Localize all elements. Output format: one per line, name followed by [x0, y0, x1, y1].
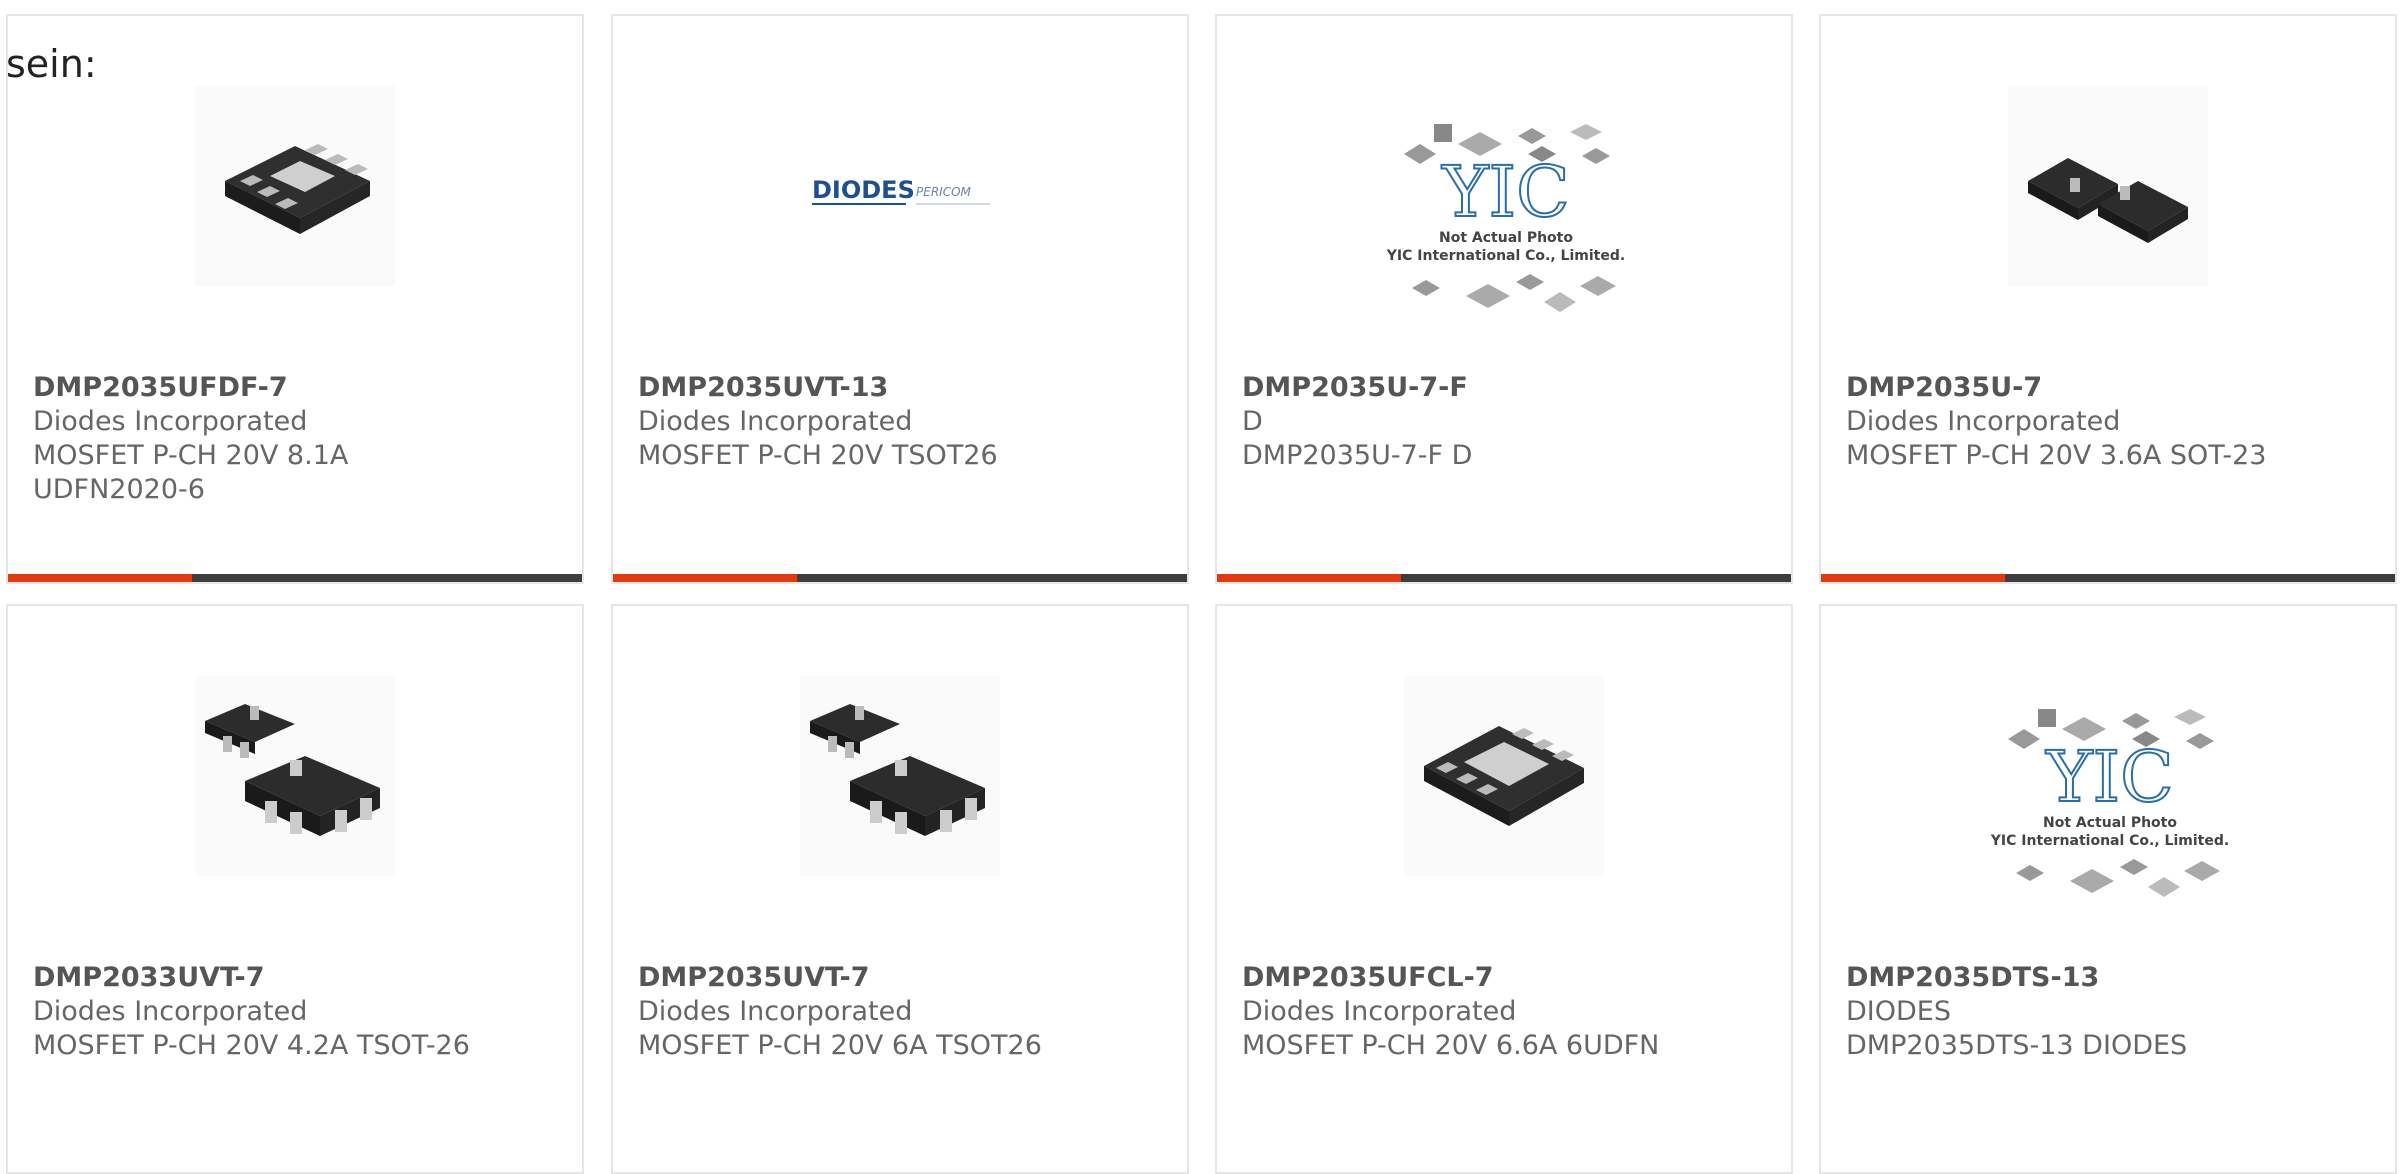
- card-bar: [1217, 574, 1791, 582]
- manufacturer: D: [1242, 406, 1263, 437]
- part-number[interactable]: DMP2033UVT-7: [33, 961, 562, 995]
- part-number[interactable]: DMP2035U-7: [1846, 371, 2375, 405]
- not-actual-photo-label: Not Actual Photo: [1439, 230, 1573, 246]
- description-package: UDFN2020-6: [33, 474, 205, 505]
- product-card[interactable]: DIODES PERICOM DMP2035UVT-13 Diodes Inco…: [611, 14, 1189, 584]
- card-bar-accent: [8, 574, 192, 582]
- card-bar: [8, 574, 582, 582]
- part-number[interactable]: DMP2035DTS-13: [1846, 961, 2375, 995]
- description: MOSFET P-CH 20V 8.1A: [33, 440, 349, 471]
- yic-mark: YIC: [2045, 736, 2173, 818]
- product-card[interactable]: YIC Not Actual Photo YIC International C…: [1819, 604, 2397, 1174]
- manufacturer: Diodes Incorporated: [638, 996, 913, 1027]
- product-image[interactable]: [195, 86, 395, 286]
- card-bar-accent: [1217, 574, 1401, 582]
- yic-company-label: YIC International Co., Limited.: [1386, 248, 1625, 264]
- manufacturer: DIODES: [1846, 996, 1951, 1027]
- part-number[interactable]: DMP2035U-7-F: [1242, 371, 1771, 405]
- product-image[interactable]: YIC Not Actual Photo YIC International C…: [1980, 691, 2240, 941]
- card-bar: [1821, 574, 2395, 582]
- intro-text: sein:: [6, 42, 97, 86]
- product-card[interactable]: DMP2035UVT-7 Diodes Incorporated MOSFET …: [611, 604, 1189, 1174]
- product-image[interactable]: [2008, 86, 2208, 286]
- description: MOSFET P-CH 20V 4.2A TSOT-26: [33, 1030, 470, 1061]
- product-image[interactable]: [1404, 676, 1604, 876]
- product-card[interactable]: DMP2035U-7 Diodes Incorporated MOSFET P-…: [1819, 14, 2397, 584]
- product-image[interactable]: [195, 676, 395, 876]
- manufacturer: Diodes Incorporated: [1846, 406, 2121, 437]
- part-number[interactable]: DMP2035UFCL-7: [1242, 961, 1771, 995]
- manufacturer: Diodes Incorporated: [33, 406, 308, 437]
- part-number[interactable]: DMP2035UVT-7: [638, 961, 1167, 995]
- product-card[interactable]: DMP2033UVT-7 Diodes Incorporated MOSFET …: [6, 604, 584, 1174]
- product-image[interactable]: [800, 676, 1000, 876]
- description: MOSFET P-CH 20V TSOT26: [638, 440, 998, 471]
- product-image[interactable]: YIC Not Actual Photo YIC International C…: [1376, 106, 1636, 356]
- manufacturer: Diodes Incorporated: [33, 996, 308, 1027]
- yic-mark: YIC: [1441, 151, 1569, 233]
- not-actual-photo-label: Not Actual Photo: [2043, 815, 2177, 831]
- description: MOSFET P-CH 20V 6.6A 6UDFN: [1242, 1030, 1660, 1061]
- yic-company-label: YIC International Co., Limited.: [1990, 833, 2229, 849]
- manufacturer: Diodes Incorporated: [1242, 996, 1517, 1027]
- card-bar: [613, 574, 1187, 582]
- brand-logo-sub: PERICOM: [916, 185, 972, 199]
- product-card[interactable]: DMP2035UFCL-7 Diodes Incorporated MOSFET…: [1215, 604, 1793, 1174]
- description: MOSFET P-CH 20V 3.6A SOT-23: [1846, 440, 2267, 471]
- manufacturer: Diodes Incorporated: [638, 406, 913, 437]
- product-card[interactable]: DMP2035UFDF-7 Diodes Incorporated MOSFET…: [6, 14, 584, 584]
- product-card[interactable]: YIC Not Actual Photo YIC International C…: [1215, 14, 1793, 584]
- description: DMP2035DTS-13 DIODES: [1846, 1030, 2188, 1061]
- description: DMP2035U-7-F D: [1242, 440, 1473, 471]
- card-bar-accent: [1821, 574, 2005, 582]
- card-bar-accent: [613, 574, 797, 582]
- product-image[interactable]: DIODES PERICOM: [800, 86, 1000, 286]
- brand-logo-text: DIODES: [812, 176, 915, 204]
- part-number[interactable]: DMP2035UFDF-7: [33, 371, 562, 405]
- description: MOSFET P-CH 20V 6A TSOT26: [638, 1030, 1042, 1061]
- part-number[interactable]: DMP2035UVT-13: [638, 371, 1167, 405]
